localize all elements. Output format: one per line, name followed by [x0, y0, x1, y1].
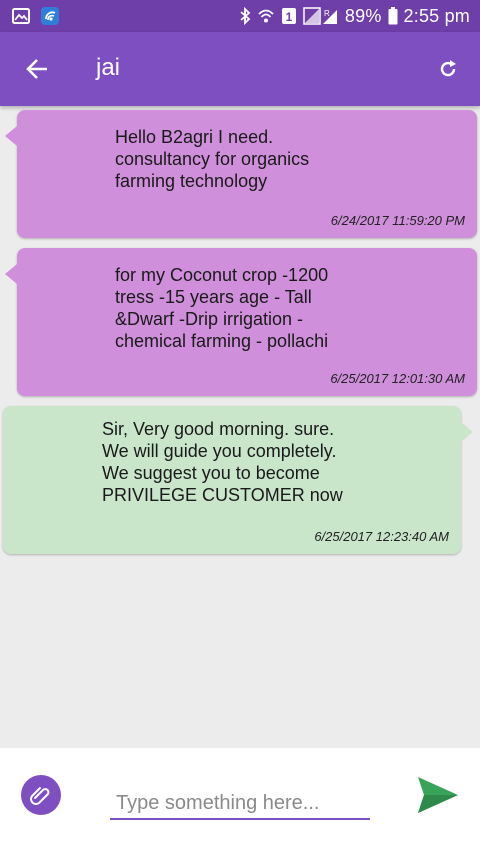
message-text: Hello B2agri I need. consultancy for org… [115, 127, 310, 191]
signal-icon: R [303, 7, 339, 25]
sim-slot-label: 1 [286, 10, 293, 24]
sim-icon: 1 [281, 7, 297, 25]
message-composer [0, 748, 480, 854]
chat-title: jai [96, 54, 121, 81]
image-icon [12, 8, 30, 24]
message-bubble-sent: Sir, Very good morning. sure. We will gu… [3, 406, 473, 554]
status-left [12, 6, 60, 26]
bubble-tail [5, 264, 17, 284]
refresh-button[interactable] [436, 57, 460, 81]
send-button[interactable] [415, 774, 461, 816]
message-input[interactable] [110, 788, 370, 820]
app-notification-icon [40, 6, 60, 26]
message-timestamp: 6/25/2017 12:01:30 AM [330, 371, 465, 386]
message-timestamp: 6/25/2017 12:23:40 AM [314, 529, 449, 544]
wifi-icon [257, 7, 275, 25]
status-right: 1 R 89% 2:55 pm [239, 6, 470, 27]
svg-text:R: R [324, 9, 330, 18]
clock: 2:55 pm [403, 5, 470, 26]
app-bar: jai [0, 32, 480, 106]
message-text: for my Coconut crop -1200 tress -15 year… [115, 265, 329, 351]
bubble-tail [461, 422, 473, 442]
send-icon [416, 775, 460, 815]
message-timestamp: 6/24/2017 11:59:20 PM [330, 213, 465, 228]
attach-button[interactable] [21, 775, 61, 815]
message-bubble-received: for my Coconut crop -1200 tress -15 year… [5, 248, 477, 396]
message-list[interactable]: Hello B2agri I need. consultancy for org… [0, 106, 480, 746]
battery-icon [388, 7, 398, 25]
battery-percent: 89% [344, 5, 382, 26]
back-button[interactable] [22, 54, 52, 84]
bluetooth-icon [239, 7, 251, 25]
refresh-icon [438, 59, 458, 79]
bubble-tail [5, 126, 17, 146]
status-bar: 1 R 89% 2:55 pm [0, 0, 480, 32]
message-text: Sir, Very good morning. sure. We will gu… [102, 419, 343, 505]
message-bubble-received: Hello B2agri I need. consultancy for org… [5, 110, 477, 238]
attach-icon [29, 783, 53, 807]
back-arrow-icon [25, 58, 49, 80]
